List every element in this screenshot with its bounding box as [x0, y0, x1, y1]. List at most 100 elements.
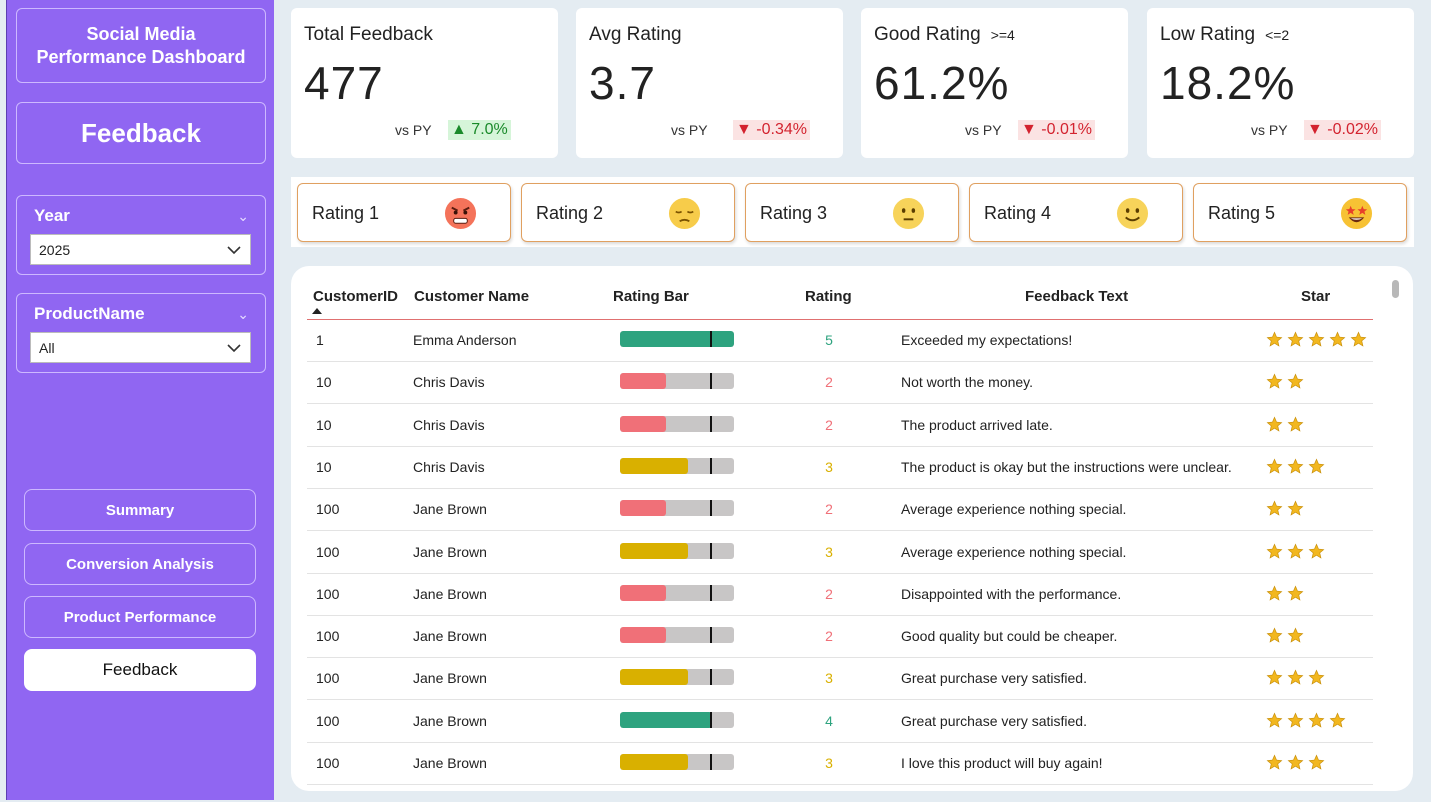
table-row[interactable]: 100 Jane Brown 3 Average experience nothing… [307, 532, 1373, 574]
column-header-customer-name[interactable]: Customer Name [414, 288, 529, 305]
pensive-face-icon [668, 197, 701, 230]
vertical-scrollbar[interactable] [1392, 280, 1399, 298]
rating-bar [620, 627, 734, 644]
star-icon [1287, 627, 1304, 643]
star-icon [1287, 373, 1304, 389]
rating-cell: 5 [825, 332, 833, 348]
customer-id-cell: 100 [316, 755, 340, 771]
customer-id-cell: 1 [316, 332, 324, 348]
star-rating [1266, 373, 1304, 390]
star-icon [1266, 585, 1283, 601]
rating-bar [620, 457, 734, 474]
column-header-customer-id[interactable]: CustomerID [313, 288, 398, 305]
chevron-down-icon[interactable]: ⌄ [237, 306, 249, 323]
nav-feedback-button[interactable]: Feedback [24, 649, 256, 691]
rating-bar-fill [620, 711, 712, 728]
customer-id-cell: 100 [316, 712, 340, 729]
feedback-text-cell: The product arrived late. [901, 416, 1053, 433]
rating-3-button[interactable]: Rating 3 [745, 183, 959, 242]
rating-bar-fill [620, 373, 666, 390]
table-row[interactable]: 10 Chris Davis 3 The product is okay but th… [307, 447, 1373, 489]
table-row[interactable]: 100 Jane Brown 3 Great purchase very satisf… [307, 658, 1373, 701]
dashboard-title-line2: Performance Dashboard [36, 46, 246, 67]
table-row[interactable]: 1 Emma Anderson 5 Exceeded my expectations! [307, 320, 1373, 362]
rating-bar-target-marker [710, 331, 712, 347]
nav-product-performance-button[interactable]: Product Performance [24, 596, 256, 638]
year-dropdown-value: 2025 [39, 241, 71, 258]
year-slicer: Year ⌄ 2025 [16, 195, 266, 275]
rating-1-button[interactable]: Rating 1 [297, 183, 511, 242]
rating-bar-target-marker [710, 754, 712, 770]
feedback-text-cell: Disappointed with the performance. [901, 585, 1122, 602]
rating-2-button[interactable]: Rating 2 [521, 183, 735, 242]
rating-cell: 2 [825, 628, 833, 645]
feedback-table: CustomerID Customer Name Rating Bar Rati… [291, 266, 1413, 791]
star-rating [1266, 669, 1325, 686]
table-row[interactable]: 100 Jane Brown 2 Good quality but could be … [307, 616, 1373, 659]
rating-bar-target-marker [710, 669, 712, 686]
rating-5-button[interactable]: Rating 5 [1193, 183, 1407, 242]
rating-bar-target-marker [710, 457, 712, 474]
star-rating [1266, 416, 1304, 433]
rating-label: Rating 5 [1208, 203, 1276, 223]
year-slicer-label: Year [34, 206, 70, 225]
star-icon [1287, 585, 1304, 601]
column-header-rating-bar[interactable]: Rating Bar [613, 288, 689, 305]
triangle-up-icon: ▲ [451, 121, 467, 138]
star-icon [1266, 331, 1283, 347]
customer-id-cell: 10 [316, 416, 332, 433]
chevron-down-icon[interactable]: ⌄ [237, 208, 249, 225]
rating-label: Rating 2 [536, 203, 604, 223]
star-icon [1266, 500, 1283, 516]
customer-name-cell: Jane Brown [413, 712, 487, 729]
column-header-feedback-text[interactable]: Feedback Text [1025, 288, 1128, 305]
customer-name-cell: Jane Brown [413, 755, 487, 771]
rating-4-button[interactable]: Rating 4 [969, 183, 1183, 242]
star-rating [1266, 500, 1304, 517]
rating-bar-target-marker [710, 627, 712, 644]
kpi-delta: ▼ -0.02% [1304, 120, 1381, 140]
star-rating [1266, 712, 1346, 729]
kpi-value: 18.2% [1160, 57, 1296, 109]
star-icon [1287, 500, 1304, 516]
kpi-vs-label: vs PY [965, 122, 1002, 138]
feedback-text-cell: Average experience nothing special. [901, 501, 1127, 518]
nav-summary-button[interactable]: Summary [24, 489, 256, 531]
customer-name-cell: Emma Anderson [413, 332, 517, 348]
star-rating [1266, 458, 1325, 475]
star-rating [1266, 331, 1367, 348]
star-icon [1287, 712, 1304, 728]
star-struck-face-icon [1340, 197, 1373, 230]
customer-id-cell: 10 [316, 374, 332, 391]
product-dropdown[interactable]: All [30, 332, 251, 363]
triangle-down-icon: ▼ [1307, 121, 1323, 138]
kpi-subtitle: >=4 [990, 27, 1015, 43]
year-dropdown[interactable]: 2025 [30, 234, 251, 265]
dashboard-title-box: Social Media Performance Dashboard [16, 8, 266, 83]
kpi-vs-label: vs PY [395, 122, 432, 138]
table-row[interactable]: 10 Chris Davis 2 The product arrived late. [307, 405, 1373, 447]
customer-name-cell: Jane Brown [413, 543, 487, 560]
table-row[interactable]: 10 Chris Davis 2 Not worth the money. [307, 362, 1373, 405]
kpi-delta: ▲ 7.0% [448, 120, 511, 140]
product-slicer-label: ProductName [34, 304, 145, 323]
star-icon [1308, 543, 1325, 559]
column-header-star[interactable]: Star [1301, 288, 1330, 305]
rating-cell: 3 [825, 755, 833, 771]
rating-bar-fill [620, 584, 666, 601]
nav-conversion-analysis-button[interactable]: Conversion Analysis [24, 543, 256, 585]
star-icon [1329, 712, 1346, 728]
star-icon [1266, 458, 1283, 474]
table-row[interactable]: 100 Jane Brown 2 Average experience nothing… [307, 489, 1373, 532]
star-icon [1287, 458, 1304, 474]
table-row[interactable]: 100 Jane Brown 2 Disappointed with the perf… [307, 574, 1373, 616]
table-row[interactable]: 100 Jane Brown 4 Great purchase very satisf… [307, 701, 1373, 743]
star-rating [1266, 543, 1325, 560]
rating-label: Rating 3 [760, 203, 828, 223]
sidebar: Social Media Performance Dashboard Feedb… [6, 0, 274, 800]
column-header-rating[interactable]: Rating [805, 288, 852, 305]
rating-bar-target-marker [710, 500, 712, 517]
rating-bar-fill [620, 542, 688, 559]
rating-bar-target-marker [710, 415, 712, 432]
table-row[interactable]: 100 Jane Brown 3 I love this product will b… [307, 743, 1373, 785]
